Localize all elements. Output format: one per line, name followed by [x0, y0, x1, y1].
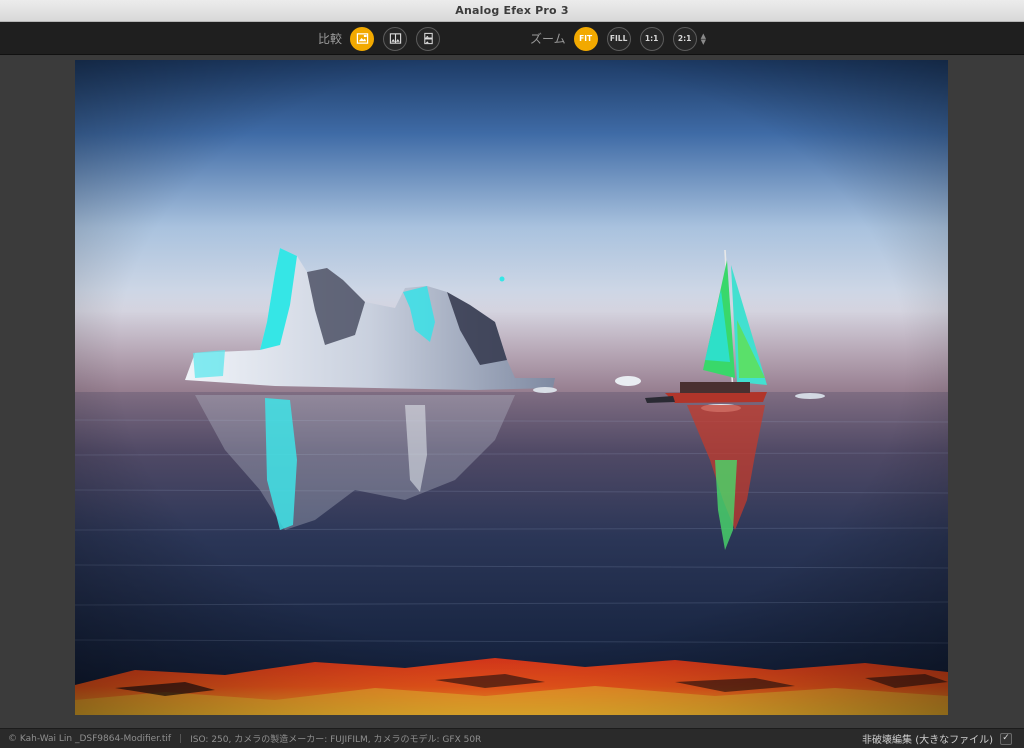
- zoom-label: ズーム: [530, 32, 566, 46]
- file-name: © Kah-Wai Lin _DSF9864-Modifier.tif: [8, 733, 172, 744]
- exif-info: ISO: 250, カメラの製造メーカー: FUJIFILM, カメラのモデル:…: [190, 735, 482, 745]
- zoom-fit-button[interactable]: FIT: [573, 26, 598, 51]
- side-by-side-view-icon: [423, 32, 433, 45]
- compare-label: 比較: [318, 32, 343, 46]
- zoom-2-1-button[interactable]: 2:1: [672, 26, 697, 51]
- preview-image-art: [75, 60, 948, 715]
- compare-group: 比較: [318, 22, 449, 55]
- side-by-side-view-button[interactable]: [416, 26, 441, 51]
- zoom-stepper-down-icon[interactable]: ▼: [701, 38, 706, 45]
- zoom-stepper[interactable]: ▲ ▼: [701, 32, 706, 45]
- nondestructive-label: 非破壊編集 (大きなファイル): [862, 735, 993, 746]
- nondestructive-toggle[interactable]: 非破壊編集 (大きなファイル) ✓: [862, 731, 1024, 746]
- single-view-button[interactable]: [350, 26, 375, 51]
- status-bar: © Kah-Wai Lin _DSF9864-Modifier.tif | IS…: [0, 728, 1024, 748]
- split-view-button[interactable]: [383, 26, 408, 51]
- status-separator: |: [179, 733, 183, 744]
- window-titlebar: Analog Efex Pro 3: [0, 0, 1024, 22]
- nondestructive-checkbox[interactable]: ✓: [1000, 732, 1012, 745]
- single-view-icon: [356, 33, 368, 44]
- zoom-fill-button[interactable]: FILL: [606, 26, 631, 51]
- zoom-1-1-button[interactable]: 1:1: [639, 26, 664, 51]
- preview-image[interactable]: [75, 60, 948, 715]
- top-toolbar: 比較 ズーム FIT FILL 1:1 2:1 ▲ ▼: [0, 22, 1024, 55]
- zoom-group: ズーム FIT FILL 1:1 2:1 ▲ ▼: [530, 22, 706, 55]
- window-title: Analog Efex Pro 3: [455, 4, 569, 17]
- split-view-icon: [389, 33, 401, 44]
